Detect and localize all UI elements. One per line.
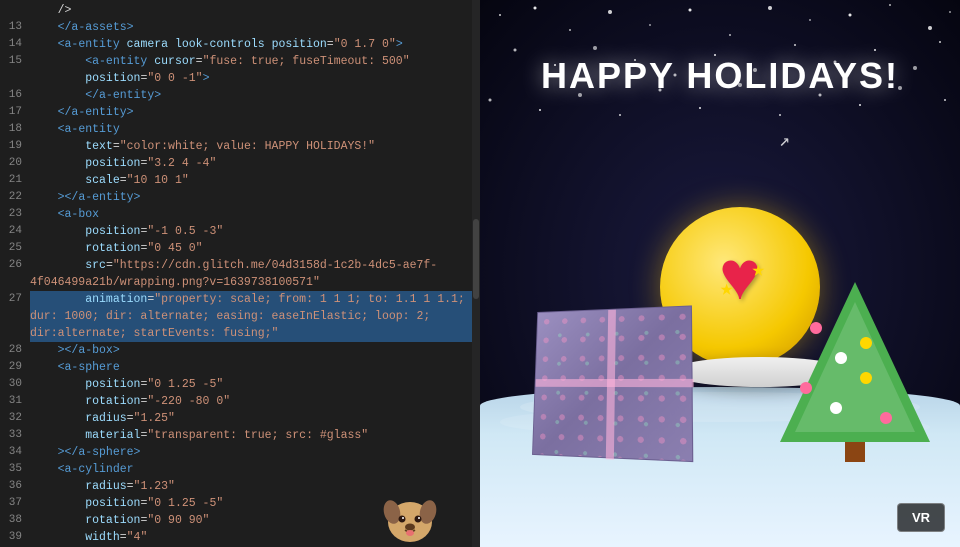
code-line: 35 <a-cylinder [0, 461, 480, 478]
holiday-text: HAPPY HOLIDAYS! [480, 55, 960, 97]
heart-container: ♥ ★ ★ [695, 237, 785, 327]
code-line: 29 <a-sphere [0, 359, 480, 376]
code-line-highlighted: dir:alternate; startEvents: fusing;" [0, 325, 480, 342]
ornament [860, 372, 872, 384]
code-line: 21 scale="10 10 1" [0, 172, 480, 189]
code-line: 24 position="-1 0.5 -3" [0, 223, 480, 240]
gift-box-face [532, 305, 693, 462]
code-line: 22 ></a-entity> [0, 189, 480, 206]
vr-button[interactable]: VR [897, 503, 945, 532]
ornament [810, 322, 822, 334]
scrollbar-thumb[interactable] [473, 219, 479, 299]
ribbon-svg [533, 306, 695, 463]
code-line: 31 rotation="-220 -80 0" [0, 393, 480, 410]
code-line: 30 position="0 1.25 -5" [0, 376, 480, 393]
code-line: 34 ></a-sphere> [0, 444, 480, 461]
code-line: 28 ></a-box> [0, 342, 480, 359]
code-line: 4f046499a21b/wrapping.png?v=163973810057… [0, 274, 480, 291]
code-line: 23 <a-box [0, 206, 480, 223]
ornament [860, 337, 872, 349]
gift-box [530, 307, 690, 457]
tree-ornaments [780, 282, 930, 442]
tree-trunk [845, 442, 865, 462]
code-line: 17 </a-entity> [0, 104, 480, 121]
code-line: 18 <a-entity [0, 121, 480, 138]
star-accent-top: ★ [752, 257, 765, 283]
3d-scene: HAPPY HOLIDAYS! ♥ ★ ★ [480, 0, 960, 547]
code-line: 19 text="color:white; value: HAPPY HOLID… [0, 138, 480, 155]
code-line: 20 position="3.2 4 -4" [0, 155, 480, 172]
code-lines: /> 13 </a-assets> 14 <a-entity camera lo… [0, 0, 480, 547]
code-line: 33 material="transparent: true; src: #gl… [0, 427, 480, 444]
dog-mascot [380, 487, 440, 547]
code-line: 15 <a-entity cursor="fuse: true; fuseTim… [0, 53, 480, 70]
code-line: position="0 0 -1"> [0, 70, 480, 87]
tree-body [780, 282, 930, 442]
code-line: 14 <a-entity camera look-controls positi… [0, 36, 480, 53]
ornament [835, 352, 847, 364]
ornament [830, 402, 842, 414]
ornament [880, 412, 892, 424]
christmas-tree [780, 282, 930, 462]
code-line: 26 src="https://cdn.glitch.me/04d3158d-1… [0, 257, 480, 274]
code-line-highlighted: dur: 1000; dir: alternate; easing: easeI… [0, 308, 480, 325]
code-line: /> [0, 2, 480, 19]
dog-icon [380, 487, 440, 547]
code-line: 13 </a-assets> [0, 19, 480, 36]
code-editor[interactable]: /> 13 </a-assets> 14 <a-entity camera lo… [0, 0, 480, 547]
code-line-highlighted: 27 animation="property: scale; from: 1 1… [0, 291, 480, 308]
code-line: 16 </a-entity> [0, 87, 480, 104]
code-line: 32 radius="1.25" [0, 410, 480, 427]
code-line: 25 rotation="0 45 0" [0, 240, 480, 257]
ornament [800, 382, 812, 394]
star-accent-bottom: ★ [720, 276, 733, 302]
